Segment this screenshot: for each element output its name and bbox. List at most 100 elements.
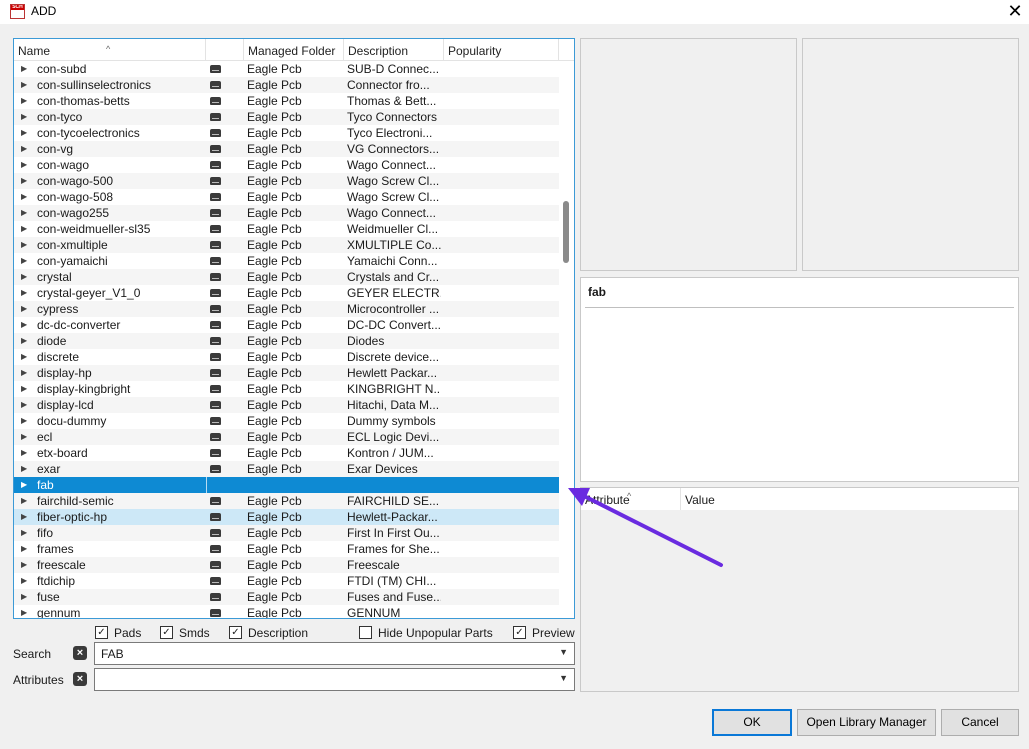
expand-arrow-icon[interactable]: ▶ <box>21 173 27 189</box>
library-name: diode <box>37 334 67 348</box>
search-input[interactable]: FAB ▼ <box>94 642 575 665</box>
list-item[interactable]: ▶ ftdichip Eagle Pcb FTDI (TM) CHI... <box>14 573 559 589</box>
clear-attributes-icon[interactable]: × <box>73 672 87 686</box>
list-item[interactable]: ▶ docu-dummy Eagle Pcb Dummy symbols <box>14 413 559 429</box>
expand-arrow-icon[interactable]: ▶ <box>21 461 27 477</box>
list-item[interactable]: ▶ dc-dc-converter Eagle Pcb DC-DC Convert..… <box>14 317 559 333</box>
chevron-down-icon[interactable]: ▼ <box>559 673 568 683</box>
expand-arrow-icon[interactable]: ▶ <box>21 317 27 333</box>
expand-arrow-icon[interactable]: ▶ <box>21 573 27 589</box>
list-item[interactable]: ▶ fuse Eagle Pcb Fuses and Fuse... <box>14 589 559 605</box>
library-description: XMULTIPLE Co... <box>347 238 441 252</box>
expand-arrow-icon[interactable]: ▶ <box>21 157 27 173</box>
list-item[interactable]: ▶ fifo Eagle Pcb First In First Ou... <box>14 525 559 541</box>
list-item[interactable]: ▶ discrete Eagle Pcb Discrete device... <box>14 349 559 365</box>
expand-arrow-icon[interactable]: ▶ <box>21 125 27 141</box>
list-item[interactable]: ▶ diode Eagle Pcb Diodes <box>14 333 559 349</box>
expand-arrow-icon[interactable]: ▶ <box>21 141 27 157</box>
expand-arrow-icon[interactable]: ▶ <box>21 509 27 525</box>
list-item[interactable]: ▶ con-thomas-betts Eagle Pcb Thomas & Bett.… <box>14 93 559 109</box>
column-header-managed-folder[interactable]: Managed Folder <box>244 39 344 61</box>
pads-check-box[interactable]: ✓ <box>95 626 108 639</box>
list-item[interactable]: ▶ con-sullinselectronics Eagle Pcb Connecto… <box>14 77 559 93</box>
description-check-box[interactable]: ✓ <box>229 626 242 639</box>
expand-arrow-icon[interactable]: ▶ <box>21 381 27 397</box>
expand-arrow-icon[interactable]: ▶ <box>21 365 27 381</box>
list-item[interactable]: ▶ ecl Eagle Pcb ECL Logic Devi... <box>14 429 559 445</box>
managed-folder: Eagle Pcb <box>247 62 302 76</box>
list-item[interactable]: ▶ con-xmultiple Eagle Pcb XMULTIPLE Co... <box>14 237 559 253</box>
attributes-input[interactable]: ▼ <box>94 668 575 691</box>
expand-arrow-icon[interactable]: ▶ <box>21 189 27 205</box>
expand-arrow-icon[interactable]: ▶ <box>21 61 27 77</box>
clear-search-icon[interactable]: × <box>73 646 87 660</box>
expand-arrow-icon[interactable]: ▶ <box>21 349 27 365</box>
managed-folder: Eagle Pcb <box>247 398 302 412</box>
hide-unpopular-check-box[interactable] <box>359 626 372 639</box>
expand-arrow-icon[interactable]: ▶ <box>21 93 27 109</box>
list-item[interactable]: ▶ con-wago-500 Eagle Pcb Wago Screw Cl... <box>14 173 559 189</box>
scrollbar-thumb[interactable] <box>563 201 569 263</box>
expand-arrow-icon[interactable]: ▶ <box>21 237 27 253</box>
expand-arrow-icon[interactable]: ▶ <box>21 557 27 573</box>
list-item[interactable]: ▶ con-wago255 Eagle Pcb Wago Connect... <box>14 205 559 221</box>
library-tree-list[interactable]: Name ^ Managed Folder Description Popular… <box>13 38 575 619</box>
list-item[interactable]: ▶ fab <box>14 477 559 493</box>
expand-arrow-icon[interactable]: ▶ <box>21 397 27 413</box>
expand-arrow-icon[interactable]: ▶ <box>21 253 27 269</box>
close-icon[interactable]: ✕ <box>1001 0 1029 24</box>
list-item[interactable]: ▶ con-yamaichi Eagle Pcb Yamaichi Conn... <box>14 253 559 269</box>
preview-check-box[interactable]: ✓ <box>513 626 526 639</box>
eagle-sch-icon: SCH <box>10 4 25 19</box>
smds-check-box[interactable]: ✓ <box>160 626 173 639</box>
column-header-popularity[interactable]: Popularity <box>444 39 559 61</box>
expand-arrow-icon[interactable]: ▶ <box>21 493 27 509</box>
expand-arrow-icon[interactable]: ▶ <box>21 109 27 125</box>
expand-arrow-icon[interactable]: ▶ <box>21 525 27 541</box>
list-item[interactable]: ▶ frames Eagle Pcb Frames for She... <box>14 541 559 557</box>
expand-arrow-icon[interactable]: ▶ <box>21 301 27 317</box>
column-header-value[interactable]: Value <box>681 488 1018 510</box>
library-name: dc-dc-converter <box>37 318 121 332</box>
list-item[interactable]: ▶ con-tycoelectronics Eagle Pcb Tyco Electr… <box>14 125 559 141</box>
list-item[interactable]: ▶ crystal-geyer_V1_0 Eagle Pcb GEYER ELECTR… <box>14 285 559 301</box>
list-item[interactable]: ▶ con-wago-508 Eagle Pcb Wago Screw Cl... <box>14 189 559 205</box>
list-item[interactable]: ▶ con-vg Eagle Pcb VG Connectors... <box>14 141 559 157</box>
column-header-name[interactable]: Name ^ <box>14 39 206 61</box>
ok-button[interactable]: OK <box>712 709 792 736</box>
list-item[interactable]: ▶ con-subd Eagle Pcb SUB-D Connec... <box>14 61 559 77</box>
expand-arrow-icon[interactable]: ▶ <box>21 205 27 221</box>
list-item[interactable]: ▶ exar Eagle Pcb Exar Devices <box>14 461 559 477</box>
expand-arrow-icon[interactable]: ▶ <box>21 285 27 301</box>
expand-arrow-icon[interactable]: ▶ <box>21 269 27 285</box>
cancel-button[interactable]: Cancel <box>941 709 1019 736</box>
list-item[interactable]: ▶ crystal Eagle Pcb Crystals and Cr... <box>14 269 559 285</box>
list-item[interactable]: ▶ con-tyco Eagle Pcb Tyco Connectors <box>14 109 559 125</box>
list-item[interactable]: ▶ etx-board Eagle Pcb Kontron / JUM... <box>14 445 559 461</box>
expand-arrow-icon[interactable]: ▶ <box>21 77 27 93</box>
list-item[interactable]: ▶ con-wago Eagle Pcb Wago Connect... <box>14 157 559 173</box>
list-item[interactable]: ▶ display-lcd Eagle Pcb Hitachi, Data M... <box>14 397 559 413</box>
expand-arrow-icon[interactable]: ▶ <box>21 333 27 349</box>
expand-arrow-icon[interactable]: ▶ <box>21 413 27 429</box>
column-header-icon[interactable] <box>206 39 244 61</box>
list-item[interactable]: ▶ con-weidmueller-sl35 Eagle Pcb Weidmuelle… <box>14 221 559 237</box>
list-item[interactable]: ▶ cypress Eagle Pcb Microcontroller ... <box>14 301 559 317</box>
expand-arrow-icon[interactable]: ▶ <box>21 589 27 605</box>
expand-arrow-icon[interactable]: ▶ <box>21 445 27 461</box>
managed-folder: Eagle Pcb <box>247 414 302 428</box>
chevron-down-icon[interactable]: ▼ <box>559 647 568 657</box>
expand-arrow-icon[interactable]: ▶ <box>21 541 27 557</box>
expand-arrow-icon[interactable]: ▶ <box>21 605 27 618</box>
list-item[interactable]: ▶ display-kingbright Eagle Pcb KINGBRIGHT N… <box>14 381 559 397</box>
expand-arrow-icon[interactable]: ▶ <box>21 477 27 493</box>
list-item[interactable]: ▶ fiber-optic-hp Eagle Pcb Hewlett-Packar..… <box>14 509 559 525</box>
expand-arrow-icon[interactable]: ▶ <box>21 221 27 237</box>
list-item[interactable]: ▶ freescale Eagle Pcb Freescale <box>14 557 559 573</box>
list-item[interactable]: ▶ gennum Eagle Pcb GENNUM <box>14 605 559 618</box>
list-item[interactable]: ▶ fairchild-semic Eagle Pcb FAIRCHILD SE... <box>14 493 559 509</box>
expand-arrow-icon[interactable]: ▶ <box>21 429 27 445</box>
list-item[interactable]: ▶ display-hp Eagle Pcb Hewlett Packar... <box>14 365 559 381</box>
column-header-description[interactable]: Description <box>344 39 444 61</box>
open-library-manager-button[interactable]: Open Library Manager <box>797 709 936 736</box>
